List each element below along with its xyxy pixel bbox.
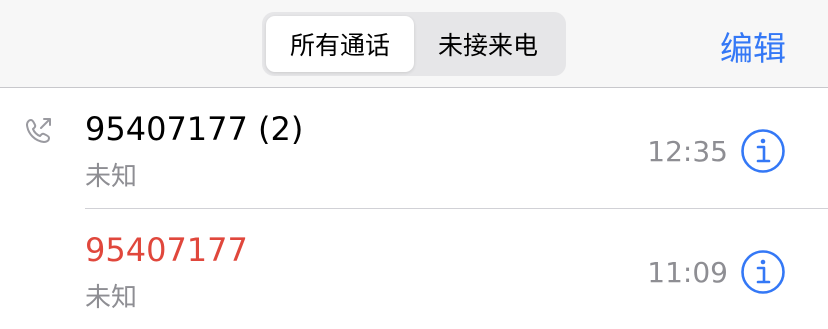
segment-missed-calls[interactable]: 未接来电 bbox=[414, 16, 562, 72]
outgoing-call-icon bbox=[26, 118, 51, 143]
caller-number: 95407177 bbox=[85, 231, 248, 269]
call-time: 12:35 bbox=[647, 135, 728, 168]
edit-button[interactable]: 编辑 bbox=[720, 22, 786, 70]
call-log-row[interactable]: 95407177 (2) 未知 12:35 bbox=[0, 88, 828, 208]
calls-filter-segmented-control: 所有通话 未接来电 bbox=[262, 12, 566, 76]
caller-label: 未知 bbox=[85, 283, 138, 313]
navigation-bar: 所有通话 未接来电 编辑 bbox=[0, 0, 828, 88]
info-icon[interactable] bbox=[740, 128, 786, 174]
caller-label: 未知 bbox=[85, 162, 138, 192]
segment-all-calls[interactable]: 所有通话 bbox=[266, 16, 414, 72]
call-time: 11:09 bbox=[647, 256, 728, 289]
caller-number: 95407177 (2) bbox=[85, 110, 304, 148]
call-log-row[interactable]: 95407177 未知 11:09 bbox=[0, 209, 828, 329]
info-icon[interactable] bbox=[740, 249, 786, 295]
